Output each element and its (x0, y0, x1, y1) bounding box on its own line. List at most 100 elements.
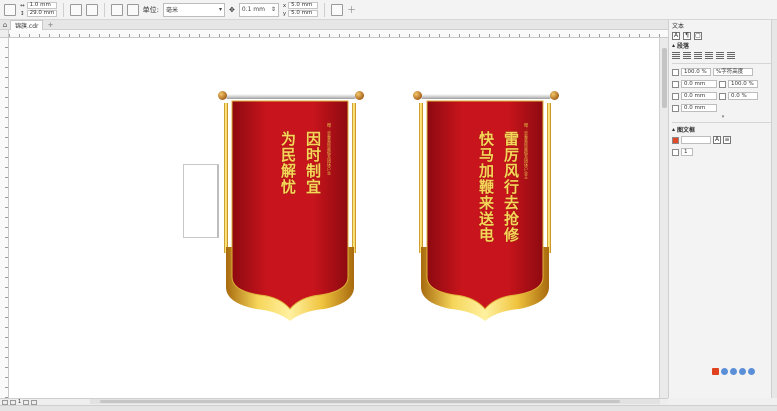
divider (672, 63, 774, 64)
snap-to-icon[interactable] (331, 3, 344, 16)
paragraph-icon[interactable]: ¶ (683, 31, 691, 40)
current-page-icon[interactable] (126, 3, 139, 16)
next-page-icon[interactable] (23, 399, 30, 405)
section-frame[interactable]: ▴ 图文框 (669, 125, 777, 134)
add-tab-icon[interactable]: + (47, 21, 53, 29)
pennant-left[interactable]: 因时制宜 为民解忧 赠：忠泰装饰度假及团体户业 (216, 91, 366, 321)
alignment-buttons (669, 50, 777, 61)
home-icon[interactable]: ⌂ (0, 20, 10, 30)
pennant-right[interactable]: 雷厉风行去抢修 快马加鞭来送电 赠：忠泰装饰度假及团体户业主 (411, 91, 561, 321)
spacing-row: 100.0 % %字符高度 (669, 66, 777, 78)
tray-icon[interactable] (748, 368, 755, 375)
chevron-down-icon: ▾ (218, 6, 222, 13)
vertical-ruler[interactable] (0, 38, 9, 398)
nudge-icon: ✥ (228, 5, 235, 14)
separator (324, 2, 326, 17)
align-justify-icon[interactable] (716, 52, 724, 59)
prev-page-icon[interactable] (10, 399, 16, 405)
dup-y-icon: y (282, 10, 287, 17)
columns-row: 1 (669, 146, 777, 158)
frame-background-icon[interactable] (672, 136, 679, 144)
text-direction-icon[interactable]: A (713, 136, 721, 144)
dup-y-input[interactable]: 5.0 mm (288, 10, 319, 17)
columns-input[interactable]: 1 (681, 148, 693, 156)
couplet-left: 快马加鞭来送电 (477, 131, 495, 243)
spinner-icon: ⇕ (270, 6, 276, 13)
collapse-icon: ▴ (672, 42, 676, 49)
divider (672, 122, 774, 123)
separator (103, 2, 105, 17)
nudge-value: 0.1 mm (241, 6, 265, 13)
char-spacing-icon (719, 92, 726, 100)
left-indent-input[interactable]: 0.0 mm (681, 80, 717, 88)
section-paragraph[interactable]: ▴ 段落 (669, 41, 777, 50)
spacing-unit-select[interactable]: %字符高度 (713, 68, 753, 76)
tab-document[interactable]: 锦旗.cdr (10, 19, 44, 30)
align-force-icon[interactable] (727, 52, 735, 59)
first-indent-input[interactable]: 100.0 % (681, 68, 711, 76)
first-line-indent-icon (672, 68, 679, 76)
right-indent-input[interactable]: 0.0 mm (681, 92, 717, 100)
couplet-right: 雷厉风行去抢修 (502, 131, 520, 243)
input-method-icon[interactable] (712, 368, 719, 375)
vertical-scrollbar[interactable] (659, 38, 668, 398)
line-spacing-icon (719, 80, 726, 88)
all-pages-icon[interactable] (110, 3, 123, 16)
space-before-icon (672, 104, 679, 112)
text-docker: 文本 A ¶ ▢ ▴ 段落 100.0 % %字符高度 0.0 mm 100.0… (668, 20, 777, 398)
align-center-icon[interactable] (694, 52, 702, 59)
options-icon[interactable]: ＋ (347, 3, 356, 16)
horizontal-ruler[interactable] (9, 30, 668, 38)
couplet-left: 为民解忧 (279, 131, 297, 195)
tray-icon[interactable] (730, 368, 737, 375)
page-border (183, 164, 219, 238)
nudge-distance-input[interactable]: 0.1 mm ⇕ (238, 2, 279, 17)
character-icon[interactable]: A (672, 31, 680, 40)
unit-value: 毫米 (165, 7, 178, 14)
document-tab-row: ⌂ 锦旗.cdr + (0, 19, 668, 30)
tray-icon[interactable] (721, 368, 728, 375)
frame-fill-select[interactable] (681, 136, 711, 144)
section-paragraph-label: 段落 (677, 43, 690, 50)
char-spacing-input[interactable]: 0.0 % (728, 92, 758, 100)
collapse-icon: ▴ (672, 126, 676, 133)
expand-icon[interactable]: ▾ (669, 114, 777, 120)
lock-ratio-icon[interactable] (69, 3, 82, 16)
page-orientation-icon[interactable] (85, 3, 98, 16)
docker-side-tabs[interactable] (771, 20, 777, 398)
frame-row: A ≡ (669, 134, 777, 146)
align-left-icon[interactable] (683, 52, 691, 59)
couplet-right: 因时制宜 (304, 131, 322, 195)
space-before-input[interactable]: 0.0 mm (681, 104, 717, 112)
dup-x-input[interactable]: 5.0 mm (288, 2, 319, 9)
last-page-icon[interactable] (31, 399, 38, 405)
columns-icon (672, 148, 679, 156)
horizontal-scrollbar[interactable] (90, 399, 660, 404)
object-size-fields: ↔ 1.0 mm ↕ 29.0 mm (20, 2, 57, 17)
object-origin-icon[interactable] (4, 3, 16, 16)
height-icon: ↕ (20, 10, 25, 17)
section-frame-label: 图文框 (677, 127, 696, 134)
ime-tray (712, 368, 755, 375)
right-indent-icon (672, 92, 679, 100)
duplicate-distance-fields: x 5.0 mm y 5.0 mm (282, 2, 319, 17)
unit-select[interactable]: 毫米 ▾ (162, 2, 225, 17)
tray-icon[interactable] (739, 368, 746, 375)
ruler-origin[interactable] (0, 30, 9, 38)
left-indent-icon (672, 80, 679, 88)
tab-document-label: 锦旗.cdr (15, 22, 39, 30)
width-input[interactable]: 1.0 mm (26, 2, 57, 9)
dedication-text: 赠：忠泰装饰度假及团体户业 (327, 123, 332, 175)
drawing-canvas[interactable]: 因时制宜 为民解忧 赠：忠泰装饰度假及团体户业 雷厉风行去抢修 快马加鞭来送电 … (9, 38, 659, 398)
docker-mode-icons: A ¶ ▢ (669, 30, 777, 41)
space-before-row: 0.0 mm (669, 102, 777, 114)
vertical-align-icon[interactable]: ≡ (723, 136, 731, 144)
height-input[interactable]: 29.0 mm (26, 10, 57, 17)
align-right-icon[interactable] (705, 52, 713, 59)
align-none-icon[interactable] (672, 52, 680, 59)
frame-icon[interactable]: ▢ (694, 31, 702, 40)
first-page-icon[interactable] (2, 399, 8, 405)
unit-label: 单位: (142, 5, 159, 14)
left-indent-row: 0.0 mm 100.0 % (669, 78, 777, 90)
line-spacing-input[interactable]: 100.0 % (728, 80, 758, 88)
